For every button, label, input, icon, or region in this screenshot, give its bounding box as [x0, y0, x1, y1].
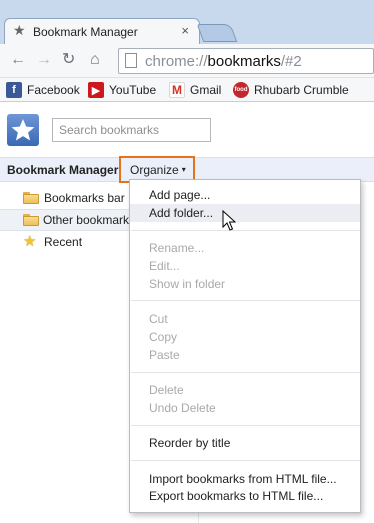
menu-separator: [131, 460, 360, 461]
new-tab-button[interactable]: [196, 24, 238, 42]
menu-separator: [131, 372, 360, 373]
food-icon: food: [233, 82, 249, 98]
caret-down-icon: ▾: [181, 165, 186, 174]
reload-icon[interactable]: ↻: [62, 52, 75, 68]
mouse-cursor-icon: [222, 210, 236, 231]
tree-item-recent[interactable]: ★ Recent: [0, 231, 82, 253]
folder-icon: [23, 192, 39, 204]
menu-item-import-bookmarks[interactable]: Import bookmarks from HTML file...: [130, 470, 360, 488]
star-icon: [11, 119, 35, 141]
youtube-icon: ▶: [88, 82, 104, 98]
star-icon: ★: [23, 233, 37, 250]
browser-toolbar: ← → ↻ ⌂ chrome://bookmarks/#2: [0, 44, 374, 78]
menu-item-export-bookmarks[interactable]: Export bookmarks to HTML file...: [130, 487, 360, 505]
menu-item-undo-delete: Undo Delete: [149, 401, 216, 415]
menu-separator: [131, 300, 360, 301]
menu-item-add-folder[interactable]: Add folder...: [130, 204, 360, 222]
gmail-icon: M: [169, 82, 185, 98]
menu-item-delete: Delete: [149, 383, 184, 397]
menu-item-cut: Cut: [149, 312, 168, 326]
menu-separator: [131, 230, 360, 231]
back-icon[interactable]: ←: [10, 52, 26, 68]
organize-dropdown-menu: Add page... Add folder... Rename... Edit…: [129, 179, 361, 513]
bookmarks-bar: f Facebook ▶ YouTube M Gmail food Rhubar…: [0, 78, 374, 102]
search-bookmarks-field[interactable]: [52, 118, 211, 142]
address-bar[interactable]: chrome://bookmarks/#2: [118, 48, 374, 74]
close-icon[interactable]: ×: [181, 23, 189, 38]
tab-bookmark-manager[interactable]: ★ Bookmark Manager ×: [4, 18, 200, 44]
organize-label: Organize: [130, 162, 179, 177]
star-icon: ★: [13, 22, 26, 38]
page-title: Bookmark Manager: [7, 163, 119, 177]
tab-title: Bookmark Manager: [33, 25, 138, 39]
menu-item-add-page[interactable]: Add page...: [130, 186, 360, 204]
forward-icon[interactable]: →: [36, 52, 52, 68]
bookmark-manager-logo: [7, 114, 39, 146]
menu-item-rename: Rename...: [149, 241, 205, 255]
bookmark-rhubarb-crumble[interactable]: food Rhubarb Crumble: [233, 81, 349, 99]
home-icon[interactable]: ⌂: [90, 52, 100, 68]
menu-item-paste: Paste: [149, 348, 180, 362]
bookmark-facebook[interactable]: f Facebook: [6, 81, 80, 99]
menu-item-show-in-folder: Show in folder: [149, 277, 226, 291]
url-text: chrome://bookmarks/#2: [145, 53, 302, 70]
facebook-icon: f: [6, 82, 22, 98]
tab-strip: ★ Bookmark Manager ×: [0, 0, 374, 44]
search-input[interactable]: [53, 119, 210, 141]
page-icon: [125, 53, 137, 68]
bookmark-youtube[interactable]: ▶ YouTube: [88, 81, 156, 99]
menu-item-reorder-by-title[interactable]: Reorder by title: [130, 434, 360, 452]
tree-item-bookmarks-bar[interactable]: Bookmarks bar: [0, 187, 125, 209]
bookmark-gmail[interactable]: M Gmail: [169, 81, 221, 99]
menu-item-copy: Copy: [149, 330, 178, 344]
menu-item-edit: Edit...: [149, 259, 180, 273]
folder-icon: [23, 214, 39, 226]
menu-separator: [131, 425, 360, 426]
tree-item-other-bookmarks[interactable]: Other bookmarks: [0, 209, 135, 231]
